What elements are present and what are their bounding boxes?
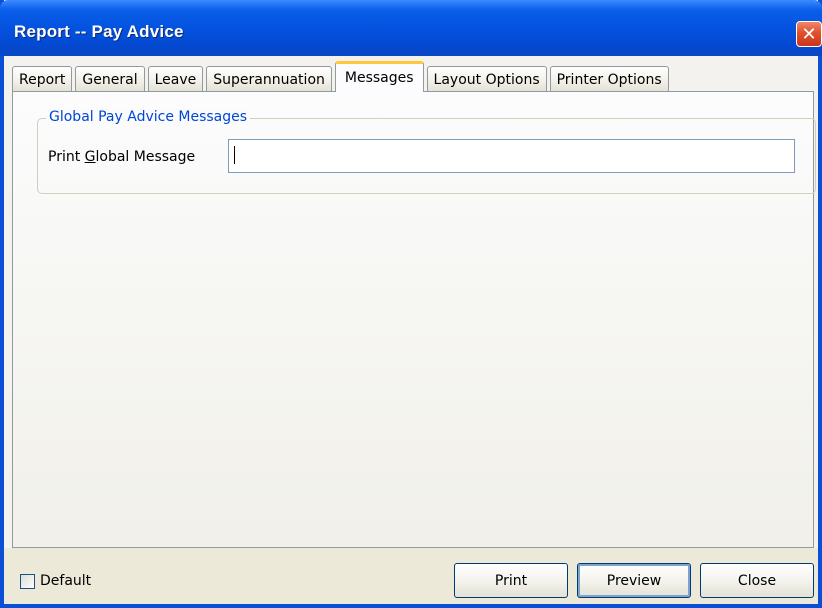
tab-superannuation[interactable]: Superannuation: [206, 66, 332, 92]
tab-report[interactable]: Report: [12, 66, 73, 92]
close-button[interactable]: Close: [700, 563, 814, 598]
global-messages-group: Global Pay Advice Messages Print Global …: [37, 109, 816, 194]
tab-leave[interactable]: Leave: [147, 66, 204, 92]
default-label: Default: [40, 573, 92, 589]
messages-panel: Global Pay Advice Messages Print Global …: [12, 91, 816, 548]
close-icon[interactable]: ✕: [796, 21, 822, 47]
print-global-message-label: Print Global Message: [48, 149, 195, 165]
group-title: Global Pay Advice Messages: [46, 109, 251, 125]
label-accelerator: G: [84, 149, 96, 165]
default-checkbox[interactable]: [20, 573, 35, 589]
title-bar[interactable]: Report -- Pay Advice ✕: [0, 0, 822, 56]
report-window: Report -- Pay Advice ✕ Report General Le…: [0, 0, 822, 608]
global-message-input[interactable]: [228, 139, 795, 173]
text-caret: [234, 146, 235, 164]
label-suffix: lobal Message: [95, 149, 196, 165]
default-checkbox-wrap[interactable]: Default: [20, 573, 91, 589]
tab-layout-options[interactable]: Layout Options: [426, 66, 547, 92]
print-button[interactable]: Print: [454, 563, 568, 598]
tab-strip: Report General Leave Superannuation Mess…: [12, 60, 672, 92]
label-prefix: Print: [48, 149, 85, 165]
tab-messages[interactable]: Messages: [334, 61, 424, 92]
preview-button[interactable]: Preview: [577, 563, 691, 598]
window-title: Report -- Pay Advice: [14, 22, 184, 41]
tab-general[interactable]: General: [75, 66, 145, 92]
footer-bar: Default Print Preview Close: [4, 548, 818, 604]
tab-printer-options[interactable]: Printer Options: [549, 66, 669, 92]
